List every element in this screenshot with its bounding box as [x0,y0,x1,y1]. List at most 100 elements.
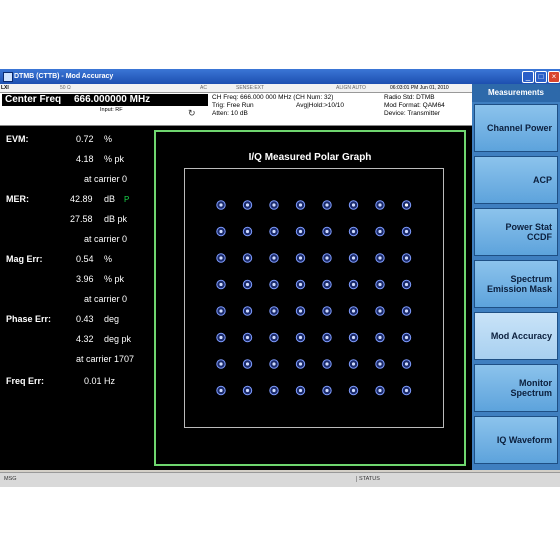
button-label: ACP [532,175,552,185]
constellation-point-center [245,229,250,234]
input-label: Input: RF [100,107,123,113]
sense-label: SENSE:EXT [236,85,265,91]
constellation-point-center [298,335,303,340]
info-bar: Center Freq 666.000000 MHz Input: RF ↻ C… [0,93,472,126]
phase-err-pk-value: 4.32 [76,334,94,344]
constellation-point-center [272,256,276,260]
mod-format: Mod Format: QAM64 [384,102,445,109]
freq-err-label: Freq Err: [6,376,45,386]
constellation-point-center [325,309,329,313]
constellation-point-center [219,309,223,313]
maximize-icon[interactable]: □ [535,71,547,83]
phase-err-label: Phase Err: [6,314,52,324]
evm-pk-unit: % pk [104,154,125,164]
analyzer-window: DTMB (CTTB) - Mod Accuracy _ □ × LXI 50 … [0,69,560,487]
button-sublabel: CCDF [527,232,552,242]
minimize-icon[interactable]: _ [522,71,534,83]
menu-title: Measurements [472,84,560,102]
constellation-point-center [219,388,223,393]
polar-graph-window[interactable]: I/Q Measured Polar Graph [154,130,466,466]
constellation-point-center [245,335,250,340]
constellation-point-center [245,388,250,393]
constellation-point-center [272,203,276,207]
constellation-point-center [351,388,356,393]
constellation-point-center [245,362,250,366]
constellation-point-center [245,256,250,260]
settings-strip: LXI 50 Ω AC SENSE:EXT ALIGN AUTO 06:03:0… [0,84,472,93]
mag-err-label: Mag Err: [6,254,43,264]
constellation-point-center [325,362,329,366]
constellation-point-center [272,282,276,287]
button-label: Spectrum [510,274,552,284]
status-label: STATUS [356,476,380,482]
button-label: Mod Accuracy [490,331,552,341]
mer-pk-value: 27.58 [70,214,93,224]
evm-unit: % [104,134,113,144]
status-bar: MSG STATUS [0,472,560,487]
constellation-point-center [378,335,382,340]
constellation-point-center [245,309,250,313]
mag-err-pk-unit: % pk [104,274,125,284]
constellation-point-center [298,309,303,313]
radio-std: Radio Std: DTMB [384,94,435,101]
center-freq-label: Center Freq [5,94,62,105]
msg-label: MSG [4,476,17,482]
constellation-point-center [272,362,276,366]
constellation-point-center [272,229,276,234]
spectrum-emission-mask-button[interactable]: Spectrum Emission Mask [474,260,558,308]
constellation-point-center [325,203,329,207]
mer-carrier: at carrier 0 [84,234,128,244]
impedance-label: 50 Ω [60,85,71,91]
constellation-point-center [351,229,356,234]
constellation-point-center [219,362,223,366]
constellation-point-center [404,203,409,207]
avg-hold: Avg|Hold:>10/10 [296,102,345,109]
monitor-spectrum-button[interactable]: Monitor Spectrum [474,364,558,412]
constellation-point-center [404,256,409,260]
evm-value: 0.72 [76,134,94,144]
close-icon[interactable]: × [548,71,560,83]
constellation-point-center [325,388,329,393]
mod-accuracy-button[interactable]: Mod Accuracy [474,312,558,360]
button-label: Channel Power [486,123,552,133]
constellation-point-center [351,203,356,207]
freq-err-value: 0.01 Hz [84,376,116,386]
trig: Trig: Free Run [212,102,254,109]
constellation-point-center [219,203,223,207]
measurements-menu: Measurements Channel Power ACP Power Sta… [472,84,560,470]
center-freq-display[interactable]: Center Freq 666.000000 MHz [2,94,208,106]
constellation-point-center [298,229,303,234]
constellation-point-center [219,335,223,340]
constellation-point-center [219,229,223,234]
constellation-point-center [404,388,409,393]
timestamp: 06:03:01 PM Jun 01, 2010 [390,85,449,91]
acp-button[interactable]: ACP [474,156,558,204]
button-label: Monitor [519,378,552,388]
mer-unit: dB [104,194,116,204]
evm-label: EVM: [6,134,29,144]
constellation-point-center [219,282,223,287]
constellation-point-center [351,282,356,287]
phase-err-carrier: at carrier 1707 [76,354,135,364]
constellation-point-center [325,256,329,260]
constellation-point-center [325,335,329,340]
evm-pk-value: 4.18 [76,154,94,164]
constellation-point-center [404,282,409,287]
power-stat-ccdf-button[interactable]: Power Stat CCDF [474,208,558,256]
constellation-plot [184,168,444,428]
mag-err-unit: % [104,254,113,264]
constellation-point-center [272,309,276,313]
loop-icon: ↻ [188,108,196,118]
mag-err-carrier: at carrier 0 [84,294,128,304]
center-freq-value: 666.000000 MHz [74,94,151,105]
constellation-point-center [404,362,409,366]
mer-value: 42.89 [70,194,93,204]
constellation-point-center [378,256,382,260]
align-label: ALIGN AUTO [336,85,366,91]
constellation-point-center [219,256,223,260]
button-label: Power Stat [505,222,552,232]
constellation-point-center [298,362,303,366]
iq-waveform-button[interactable]: IQ Waveform [474,416,558,464]
channel-power-button[interactable]: Channel Power [474,104,558,152]
constellation-point-center [272,335,276,340]
